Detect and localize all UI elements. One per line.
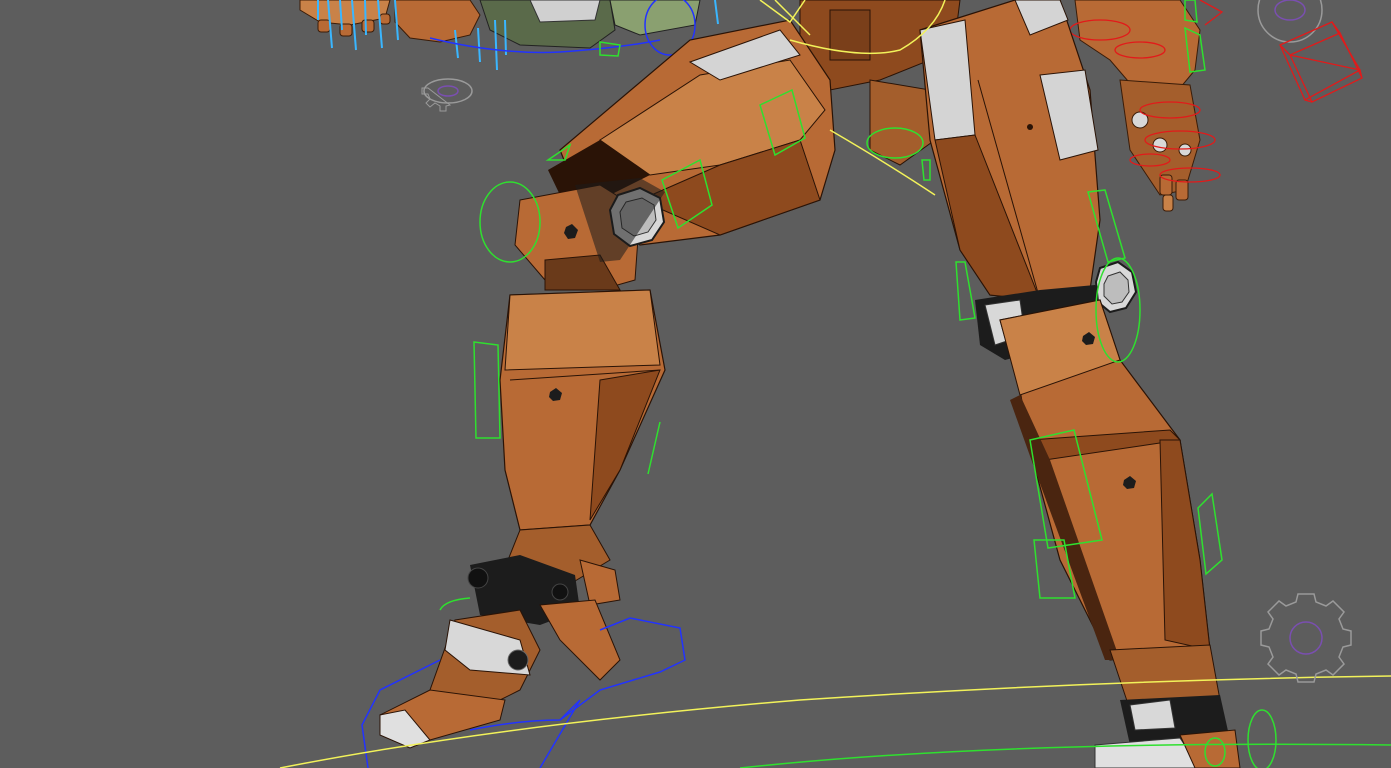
left-foot-mesh[interactable]	[379, 555, 621, 749]
3d-viewport[interactable]	[0, 0, 1391, 768]
right-shin-mesh[interactable]	[999, 299, 1221, 711]
settings-gear-gizmo-icon[interactable]	[1257, 0, 1323, 43]
selection-box-gizmo-icon[interactable]	[1279, 21, 1363, 103]
settings-gear-gizmo-icon[interactable]	[421, 78, 473, 112]
right-foot-mesh[interactable]	[1094, 695, 1241, 768]
left-knee-joint[interactable]	[514, 178, 666, 291]
viewport-scene[interactable]	[0, 0, 1391, 768]
right-thigh-mesh[interactable]	[919, 0, 1101, 301]
left-hand-rig[interactable]	[299, 0, 719, 71]
settings-gear-gizmo-icon[interactable]	[1260, 593, 1352, 683]
left-shin-mesh[interactable]	[499, 289, 666, 591]
